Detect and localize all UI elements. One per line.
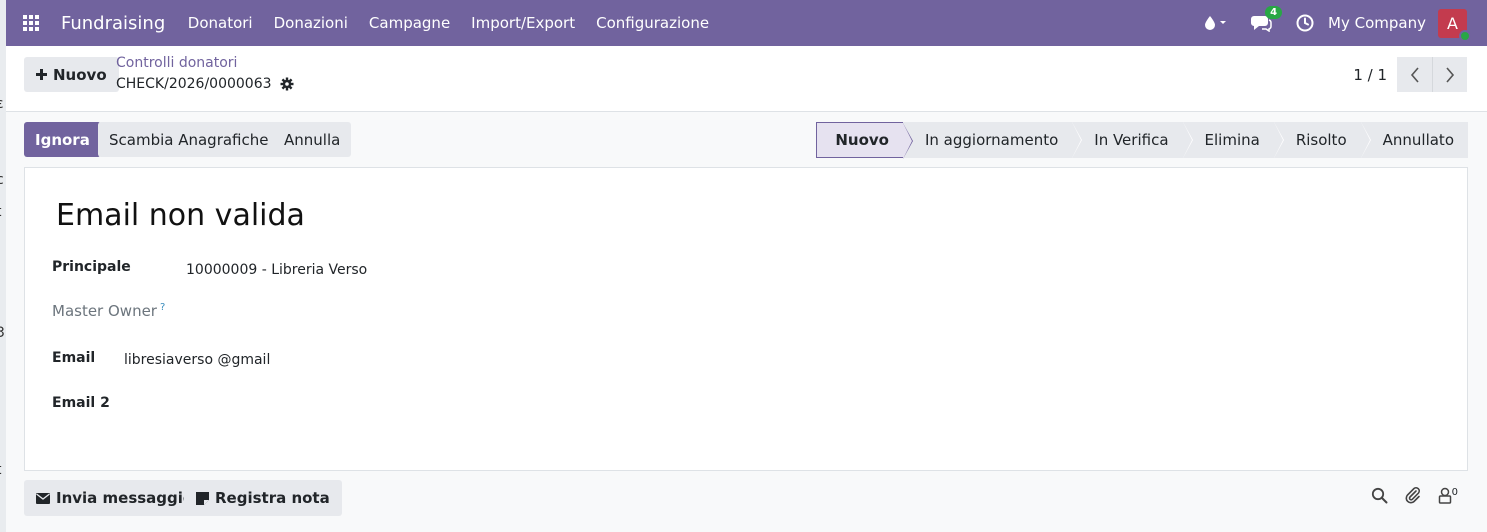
breadcrumb-parent[interactable]: Controlli donatori: [116, 55, 237, 71]
menu-donazioni[interactable]: Donazioni: [263, 14, 358, 32]
swap-records-button[interactable]: Scambia Anagrafiche: [98, 122, 280, 157]
user-avatar[interactable]: A: [1438, 8, 1471, 42]
stage-elimina[interactable]: Elimina: [1182, 122, 1285, 158]
chatter-bar: Invia messaggio Registra nota 0: [24, 480, 1468, 517]
new-record-button[interactable]: Nuovo: [24, 57, 119, 92]
chevron-right-icon: [1446, 66, 1455, 83]
edge-char: c: [0, 172, 4, 188]
messages-icon[interactable]: 4: [1250, 6, 1283, 32]
user-lock-icon: [1438, 487, 1451, 504]
chatter-tools: 0: [1371, 486, 1458, 504]
form-statusbar: Ignora Scambia Anagrafiche Annulla Nuovo…: [24, 122, 1468, 159]
sticky-note-icon: [196, 491, 209, 505]
odoo-app: Fundraising Donatori Donazioni Campagne …: [6, 0, 1487, 532]
email-label: Email: [52, 350, 96, 366]
avatar-letter: A: [1447, 13, 1458, 33]
pager-next-button[interactable]: [1432, 57, 1467, 92]
email-value[interactable]: libresiaverso @gmail: [124, 352, 270, 368]
log-note-label: Registra nota: [215, 489, 330, 507]
followers-count: 0: [1451, 486, 1458, 498]
messages-badge: 4: [1265, 6, 1283, 19]
ignore-button[interactable]: Ignora: [24, 122, 101, 157]
menu-donatori[interactable]: Donatori: [177, 14, 263, 32]
stage-pipeline: Nuovo In aggiornamento In Verifica Elimi…: [816, 122, 1468, 159]
record-reference: CHECK/2026/0000063: [116, 76, 272, 92]
menu-configurazione[interactable]: Configurazione: [586, 14, 720, 32]
top-navbar: Fundraising Donatori Donazioni Campagne …: [6, 0, 1487, 46]
stage-annullato[interactable]: Annullato: [1360, 122, 1468, 158]
principal-value[interactable]: 10000009 - Libreria Verso: [186, 262, 367, 278]
stage-nuovo[interactable]: Nuovo: [816, 122, 913, 159]
help-tooltip-icon[interactable]: ?: [160, 302, 165, 313]
chevron-left-icon: [1410, 66, 1419, 83]
edge-char: t: [0, 462, 2, 478]
breadcrumb-current: CHECK/2026/0000063: [116, 76, 294, 92]
menu-import-export[interactable]: Import/Export: [461, 14, 586, 32]
paperclip-icon[interactable]: [1404, 486, 1422, 504]
record-title: Email non valida: [56, 198, 305, 233]
app-brand[interactable]: Fundraising: [61, 13, 165, 34]
edge-char: ε: [0, 96, 4, 112]
navbar-systray: 4 My Company A: [1204, 0, 1487, 46]
form-sheet: Email non valida Principale 10000009 - L…: [24, 167, 1468, 471]
pager-previous-button[interactable]: [1397, 57, 1432, 92]
activity-clock-icon[interactable]: [1296, 14, 1314, 32]
log-note-button[interactable]: Registra nota: [184, 480, 342, 516]
send-message-label: Invia messaggio: [56, 489, 194, 507]
edge-char: 3: [0, 325, 5, 341]
master-owner-label-text: Master Owner: [52, 302, 157, 320]
principal-label: Principale: [52, 259, 131, 275]
stage-risolto[interactable]: Risolto: [1273, 122, 1371, 158]
master-owner-label: Master Owner?: [52, 302, 165, 320]
control-panel: Nuovo Controlli donatori CHECK/2026/0000…: [6, 46, 1487, 112]
edge-char: t: [0, 204, 2, 220]
company-switcher[interactable]: My Company: [1328, 14, 1426, 32]
stage-in-aggiornamento[interactable]: In aggiornamento: [902, 122, 1083, 158]
debug-drop-icon[interactable]: [1204, 15, 1228, 31]
gear-icon[interactable]: [280, 77, 294, 91]
new-button-label: Nuovo: [53, 65, 107, 84]
search-icon[interactable]: [1371, 487, 1388, 504]
pager-value[interactable]: 1 / 1: [1353, 66, 1387, 84]
stage-in-verifica[interactable]: In Verifica: [1072, 122, 1193, 158]
menu-campagne[interactable]: Campagne: [358, 14, 460, 32]
online-status-dot: [1459, 29, 1471, 42]
followers-button[interactable]: 0: [1438, 487, 1458, 504]
send-message-button[interactable]: Invia messaggio: [24, 480, 206, 516]
email2-label: Email 2: [52, 395, 110, 411]
app-menu-icon[interactable]: [6, 0, 56, 46]
plus-icon: [36, 69, 47, 80]
envelope-icon: [36, 492, 50, 504]
cancel-button[interactable]: Annulla: [273, 122, 352, 157]
pager: 1 / 1: [1353, 57, 1467, 92]
